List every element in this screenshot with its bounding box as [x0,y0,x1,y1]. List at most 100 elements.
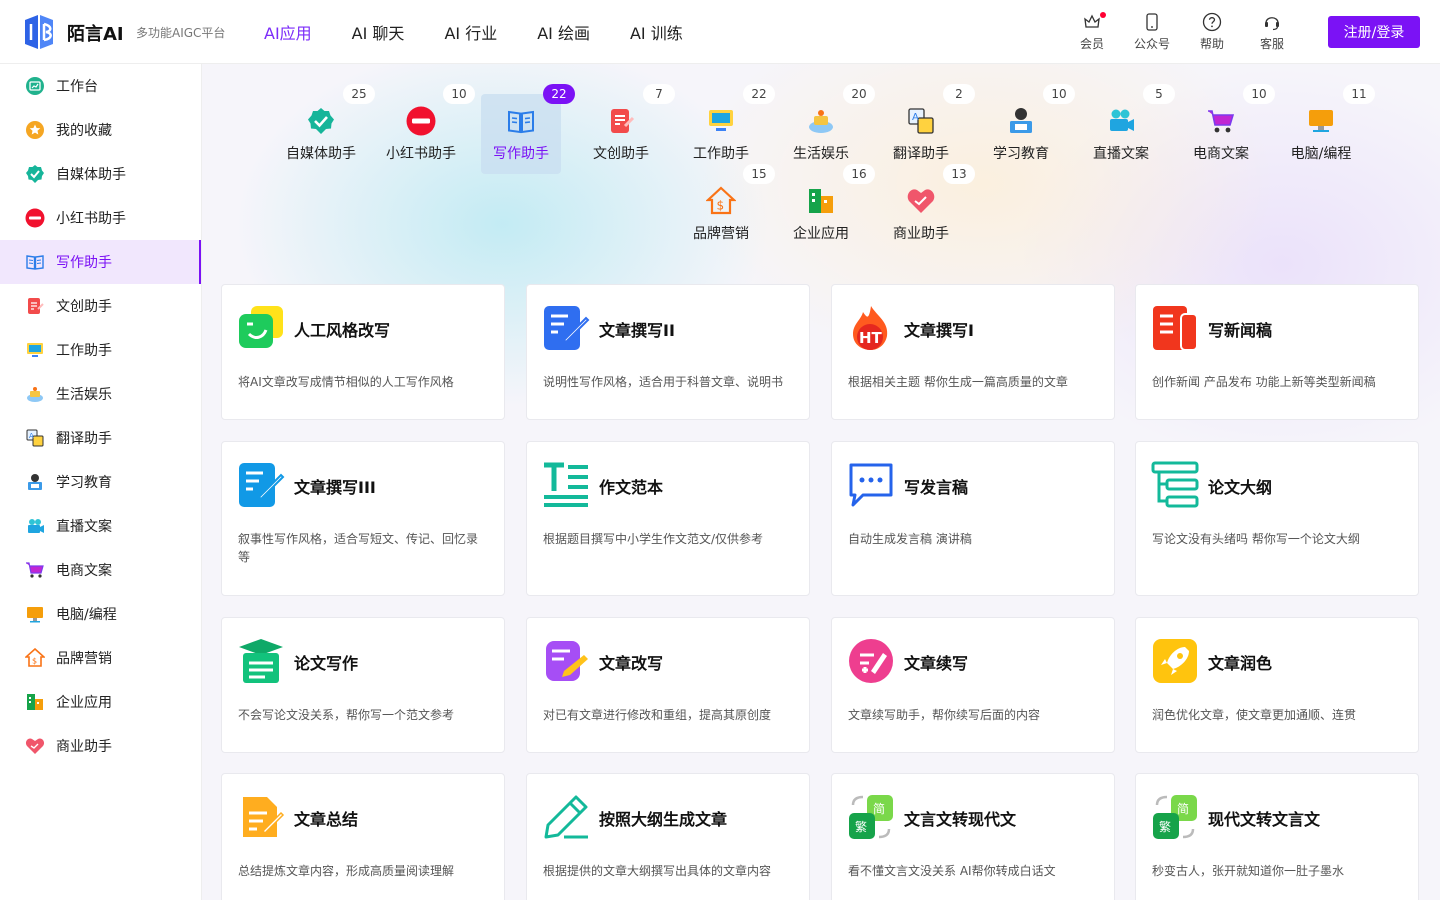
tool-card-article-writing-1[interactable]: HT 文章撰写I 根据相关主题 帮你生成一篇高质量的文章 [831,284,1115,420]
sidebar-item-self-media[interactable]: 自媒体助手 [0,152,201,196]
tool-card-human-style-rewrite[interactable]: 人工风格改写 将AI文章改写成情节相似的人工写作风格 [221,284,505,420]
nav-ai-painting[interactable]: AI 绘画 [537,20,590,44]
summary-doc-icon [243,797,285,837]
svg-text:繁: 繁 [1159,819,1171,834]
category-enterprise[interactable]: 16 企业应用 [781,164,875,254]
sidebar-item-programming[interactable]: 电脑/编程 [0,592,201,636]
tool-card-desc: 将AI文章改写成情节相似的人工写作风格 [238,375,454,389]
handshake-icon [24,735,46,757]
category-count-badge: 25 [343,84,375,104]
tool-card-classical-to-modern[interactable]: 简繁 文言文转现代文 看不懂文言文没关系 AI帮你转成白话文 [831,773,1115,900]
sidebar-item-work[interactable]: 工作助手 [0,328,201,372]
tool-card-title: 文章撰写III [294,478,376,497]
cart-icon [1208,110,1235,133]
rocket-icon [1153,639,1197,683]
svg-text:$: $ [717,199,725,213]
category-business[interactable]: 13 商业助手 [881,164,975,254]
official-account-button[interactable]: 公众号 [1122,12,1182,52]
category-xiaohongshu[interactable]: 10 小红书助手 [381,84,475,174]
note-icon [24,295,46,317]
sidebar-item-education[interactable]: 学习教育 [0,460,201,504]
tool-card-desc: 看不懂文言文没关系 AI帮你转成白话文 [848,864,1056,878]
tool-card-essay-sample[interactable]: 作文范本 根据题目撰写中小学生作文范文/仅供参考 [526,441,810,596]
news-doc-icon [1153,306,1198,351]
category-count-badge: 15 [743,164,775,184]
nav-ai-training[interactable]: AI 训练 [630,20,683,44]
continue-write-icon [849,639,893,683]
header-actions: 会员 公众号 帮助 客服 [1062,12,1302,52]
tool-card-article-polish[interactable]: 文章润色 润色优化文章，使文章更加通顺、连贯 [1135,617,1419,753]
logo-icon[interactable] [22,14,56,50]
tool-card-title: 作文范本 [599,478,664,497]
brand-name[interactable]: 陌言AI [67,20,124,46]
tool-card-title: 文章续写 [904,654,969,673]
help-label: 帮助 [1199,37,1224,51]
sidebar-item-label: 文创助手 [56,299,112,315]
category-writing[interactable]: 22 写作助手 [481,84,575,174]
tool-card-press-release[interactable]: 写新闻稿 创作新闻 产品发布 功能上新等类型新闻稿 [1135,284,1419,420]
customer-service-button[interactable]: 客服 [1242,12,1302,52]
sidebar-item-ecommerce[interactable]: 电商文案 [0,548,201,592]
tool-card-modern-to-classical[interactable]: 简繁 现代文转文言文 秒变古人，张开就知道你一肚子墨水 [1135,773,1419,900]
tool-card-title: 文章改写 [599,654,664,673]
hot-flame-icon: HT [853,306,888,350]
nav-ai-industry[interactable]: AI 行业 [444,20,497,44]
sidebar-item-workbench[interactable]: 工作台 [0,64,201,108]
category-live[interactable]: 5 直播文案 [1081,84,1175,174]
sidebar-item-creative[interactable]: 文创助手 [0,284,201,328]
tool-card-thesis-outline[interactable]: 论文大纲 写论文没有头绪吗 帮你写一个论文大纲 [1135,441,1419,596]
tool-card-article-writing-3[interactable]: 文章撰写III 叙事性写作风格，适合写短文、传记、回忆录等 [221,441,505,596]
category-life[interactable]: 20 生活娱乐 [781,84,875,174]
sidebar-item-marketing[interactable]: $ 品牌营销 [0,636,201,680]
category-count-badge: 10 [443,84,475,104]
category-programming[interactable]: 11 电脑/编程 [1281,84,1375,174]
category-education[interactable]: 10 学习教育 [981,84,1075,174]
category-creative[interactable]: 7 文创助手 [581,84,675,174]
tool-card-desc: 写论文没有头绪吗 帮你写一个论文大纲 [1152,532,1360,546]
nav-ai-chat[interactable]: AI 聊天 [352,20,405,44]
chat-smile-icon [239,306,283,348]
category-label: 小红书助手 [386,146,456,162]
category-translate[interactable]: 2 A 翻译助手 [881,84,975,174]
member-button[interactable]: 会员 [1062,12,1122,52]
tool-card-desc: 文章续写助手，帮你续写后面的内容 [848,708,1041,722]
sidebar: 工作台 我的收藏 自媒体助手 小红书助手 写作助手 文创助手 工作助手 生活娱乐… [0,64,202,900]
tool-card-article-writing-2[interactable]: 文章撰写II 说明性写作风格，适合用于科普文章、说明书 [526,284,810,420]
edit-doc-blue-icon [544,306,590,350]
category-self-media[interactable]: 25 自媒体助手 [281,84,375,174]
computer-icon [24,603,46,625]
top-header: 陌言AI 多功能AIGC平台 AI应用 AI 聊天 AI 行业 AI 绘画 AI… [0,0,1440,64]
sidebar-item-enterprise[interactable]: 企业应用 [0,680,201,724]
money-house-icon: $ [706,186,736,215]
category-count-badge: 5 [1143,84,1175,104]
book-icon [24,251,46,273]
help-button[interactable]: 帮助 [1182,12,1242,52]
tool-card-outline-to-article[interactable]: 按照大纲生成文章 根据提供的文章大纲撰写出具体的文章内容 [526,773,810,900]
register-login-button[interactable]: 注册/登录 [1328,16,1420,48]
sidebar-item-translate[interactable]: A 翻译助手 [0,416,201,460]
sidebar-item-live[interactable]: 直播文案 [0,504,201,548]
category-count-badge: 10 [1043,84,1075,104]
category-marketing[interactable]: 15 $ 品牌营销 [681,164,775,254]
category-work[interactable]: 22 工作助手 [681,84,775,174]
tool-card-article-summary[interactable]: 文章总结 总结提炼文章内容，形成高质量阅读理解 [221,773,505,900]
svg-text:繁: 繁 [855,819,867,834]
sidebar-item-xiaohongshu[interactable]: 小红书助手 [0,196,201,240]
tool-card-speech-draft[interactable]: 写发言稿 自动生成发言稿 演讲稿 [831,441,1115,596]
tool-card-thesis-writing[interactable]: 论文写作 不会写论文没关系，帮你写一个范文参考 [221,617,505,753]
sidebar-item-label: 写作助手 [56,255,112,271]
sidebar-item-favorites[interactable]: 我的收藏 [0,108,201,152]
sidebar-item-life[interactable]: 生活娱乐 [0,372,201,416]
sidebar-item-label: 自媒体助手 [56,167,126,183]
category-label: 企业应用 [793,226,849,242]
sidebar-item-business[interactable]: 商业助手 [0,724,201,768]
nav-ai-apps[interactable]: AI应用 [264,20,312,44]
category-count-badge: 22 [543,84,575,104]
tool-card-article-continue[interactable]: 文章续写 文章续写助手，帮你续写后面的内容 [831,617,1115,753]
tool-card-article-rewrite[interactable]: 文章改写 对已有文章进行修改和重组，提高其原创度 [526,617,810,753]
sidebar-item-label: 电脑/编程 [56,607,117,623]
sidebar-item-writing[interactable]: 写作助手 [0,240,201,284]
category-count-badge: 16 [843,164,875,184]
category-label: 商业助手 [893,226,949,242]
category-ecommerce[interactable]: 10 电商文案 [1181,84,1275,174]
